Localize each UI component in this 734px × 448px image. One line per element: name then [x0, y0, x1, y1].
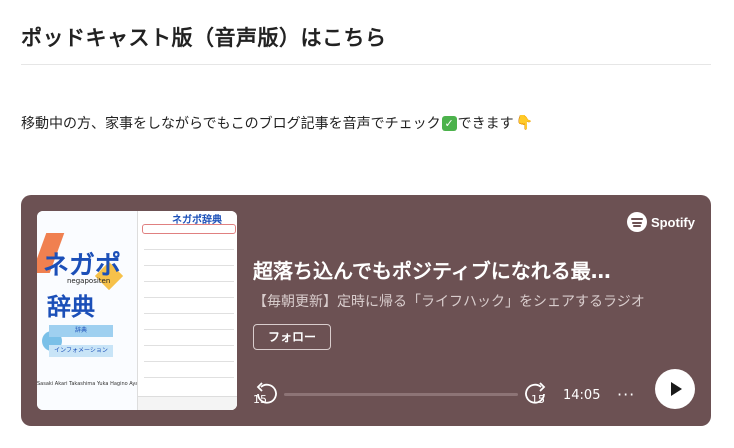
intro-text-main: 移動中の方、家事をしながらでもこのブログ記事を音声でチェック — [21, 116, 441, 132]
intro-text: 移動中の方、家事をしながらでもこのブログ記事を音声でチェック ✓ できます 👇 — [21, 113, 533, 133]
skip-forward-seconds: 15 — [531, 393, 545, 406]
heading-divider — [21, 64, 711, 65]
show-name[interactable]: 【毎朝更新】定時に帰る「ライフハック」をシェアするラジオ — [253, 291, 693, 311]
cover-button-dict: 辞典 — [49, 325, 113, 337]
pointing-down-icon: 👇 — [515, 115, 534, 131]
skip-back-seconds: 15 — [253, 393, 267, 406]
cover-app-row — [144, 345, 234, 346]
cover-app-tabbar — [138, 396, 237, 410]
cover-logo-dict: 辞典 — [47, 293, 95, 321]
follow-button[interactable]: フォロー — [253, 324, 332, 350]
cover-app-row — [144, 361, 234, 362]
intro-text-end: できます — [457, 116, 514, 132]
check-mark-icon: ✓ — [441, 115, 457, 131]
spotify-embed[interactable]: ネガポ negapositen 辞典 辞典 インフォメーション Sasaki A… — [21, 195, 711, 426]
cover-app-search — [142, 224, 236, 234]
cover-credits: Sasaki Akari Takashima Yuka Hagino Ayako — [37, 381, 145, 387]
cover-app-row — [144, 265, 234, 266]
player-controls: 15 15 14:05 ··· — [253, 369, 699, 412]
cover-app-row — [144, 377, 234, 378]
episode-duration: 14:05 — [563, 388, 601, 403]
cover-logo-sub: negapositen — [67, 277, 111, 285]
skip-forward-button[interactable]: 15 — [523, 381, 549, 407]
spotify-logo[interactable]: Spotify — [626, 212, 695, 232]
cover-left-panel: ネガポ negapositen 辞典 辞典 インフォメーション Sasaki A… — [37, 211, 144, 410]
episode-title[interactable]: 超落ち込んでもポジティブになれる最… — [253, 255, 693, 284]
cover-app-row — [144, 297, 234, 298]
more-options-button[interactable]: ··· — [617, 385, 635, 404]
play-button[interactable] — [655, 369, 695, 409]
podcast-cover-art[interactable]: ネガポ negapositen 辞典 辞典 インフォメーション Sasaki A… — [37, 211, 237, 410]
section-heading: ポッドキャスト版（音声版）はこちら — [21, 26, 387, 50]
cover-app-row — [144, 313, 234, 314]
progress-bar[interactable] — [284, 393, 518, 396]
cover-app-row — [144, 281, 234, 282]
cover-app-row — [144, 249, 234, 250]
cover-app-row — [144, 329, 234, 330]
cover-button-info: インフォメーション — [49, 345, 113, 357]
spotify-brand-label: Spotify — [650, 214, 695, 230]
cover-app-screen: ネガポ辞典 — [137, 211, 237, 410]
spotify-icon — [626, 212, 647, 232]
skip-back-button[interactable]: 15 — [253, 381, 279, 407]
